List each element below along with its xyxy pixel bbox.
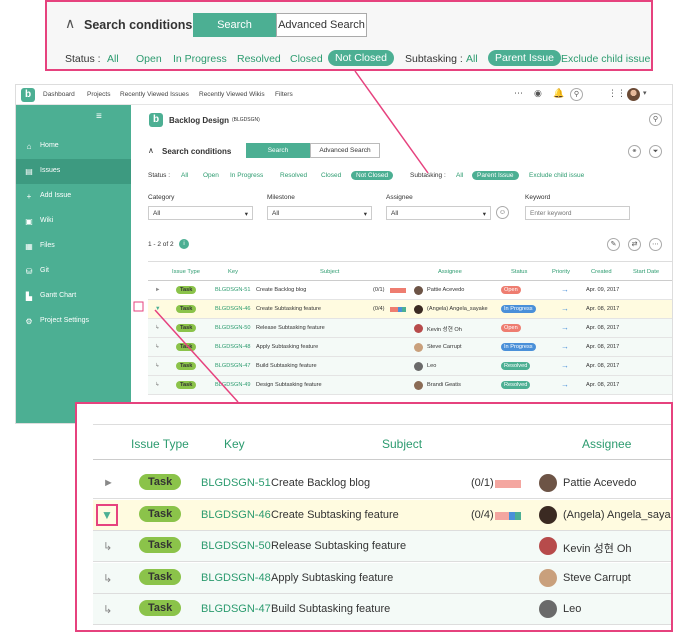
issue-key-link[interactable]: BLGDSGN-47 xyxy=(201,603,271,615)
zoom-search-conditions: ∧ Search conditions Search Advanced Sear… xyxy=(45,0,653,71)
assignee-name: Kevin 성현 Oh xyxy=(563,543,632,555)
issue-subject-link[interactable]: Create Subtasking feature xyxy=(271,509,399,521)
expand-toggle-icon[interactable]: ↳ xyxy=(103,572,112,585)
collapse-chevron-icon[interactable]: ∧ xyxy=(65,15,75,32)
assignee-name: (Angela) Angela_sayak xyxy=(563,508,673,521)
issue-type-badge: Task xyxy=(139,505,182,522)
subtasking-exclude-child[interactable]: Exclude child issue xyxy=(561,53,650,65)
assignee-avatar xyxy=(539,600,557,618)
issue-key-link[interactable]: BLGDSGN-51 xyxy=(201,477,271,489)
subtask-count: (0/4) xyxy=(471,508,494,521)
expand-toggle-icon[interactable]: ↳ xyxy=(103,540,112,553)
issue-type-badge: Task xyxy=(139,537,182,553)
subtask-progress-bar xyxy=(495,480,521,488)
assignee-name: Leo xyxy=(563,603,582,615)
issue-type-badge: Task xyxy=(139,568,182,585)
subtasking-parent-issue[interactable]: Parent Issue xyxy=(488,50,561,66)
subtask-progress-bar xyxy=(515,511,521,520)
status-all[interactable]: All xyxy=(107,53,119,65)
assignee-name: Steve Carrupt xyxy=(563,571,631,584)
col-subject[interactable]: Subject xyxy=(382,437,422,451)
status-not-closed[interactable]: Not Closed xyxy=(328,50,394,66)
assignee-name: Pattie Acevedo xyxy=(563,477,637,489)
status-label: Status : xyxy=(65,53,101,65)
col-assignee[interactable]: Assignee xyxy=(582,437,631,451)
table-header: Issue Type Key Subject Assignee xyxy=(93,424,671,460)
expand-toggle-icon[interactable]: ► xyxy=(103,477,114,489)
assignee-avatar xyxy=(539,474,557,492)
expand-toggle-icon[interactable]: ▼ xyxy=(96,503,118,526)
assignee-avatar xyxy=(539,537,557,555)
search-tab[interactable]: Search xyxy=(193,13,276,37)
table-row[interactable]: ► Task BLGDSGN-51 Create Backlog blog (0/1) P… xyxy=(93,468,671,499)
subtasking-all[interactable]: All xyxy=(466,53,478,65)
status-closed[interactable]: Closed xyxy=(290,53,323,65)
col-issue-type[interactable]: Issue Type xyxy=(131,437,189,451)
table-row[interactable]: ↳ Task BLGDSGN-50 Release Subtasking featur… xyxy=(93,531,671,562)
search-conditions-title: Search conditions xyxy=(84,18,193,32)
zoom-issue-table: Issue Type Key Subject Assignee ► Task BLG… xyxy=(75,402,673,632)
expand-toggle-icon[interactable]: ↳ xyxy=(103,603,112,616)
issue-type-badge: Task xyxy=(139,600,182,616)
subtask-progress-bar xyxy=(495,511,509,520)
status-open[interactable]: Open xyxy=(136,53,162,65)
assignee-avatar xyxy=(539,568,557,587)
assignee-avatar xyxy=(539,505,557,524)
subtask-count: (0/1) xyxy=(471,477,494,489)
subtasking-label: Subtasking : xyxy=(405,53,463,65)
col-key[interactable]: Key xyxy=(224,437,245,451)
advanced-search-tab[interactable]: Advanced Search xyxy=(276,13,367,37)
table-row[interactable]: ▼ Task BLGDSGN-46 Create Subtasking feature… xyxy=(93,499,673,531)
issue-key-link[interactable]: BLGDSGN-46 xyxy=(201,509,271,521)
issue-subject-link[interactable]: Release Subtasking feature xyxy=(271,540,406,552)
issue-subject-link[interactable]: Create Backlog blog xyxy=(271,477,370,489)
issue-type-badge: Task xyxy=(139,474,182,490)
status-in-progress[interactable]: In Progress xyxy=(173,53,227,65)
table-row[interactable]: ↳ Task BLGDSGN-47 Build Subtasking feature L… xyxy=(93,594,671,625)
issue-key-link[interactable]: BLGDSGN-50 xyxy=(201,540,271,552)
issue-subject-link[interactable]: Build Subtasking feature xyxy=(271,603,390,615)
issue-subject-link[interactable]: Apply Subtasking feature xyxy=(271,572,393,584)
status-resolved[interactable]: Resolved xyxy=(237,53,281,65)
table-row[interactable]: ↳ Task BLGDSGN-48 Apply Subtasking feature S… xyxy=(93,562,671,594)
issue-key-link[interactable]: BLGDSGN-48 xyxy=(201,572,271,584)
